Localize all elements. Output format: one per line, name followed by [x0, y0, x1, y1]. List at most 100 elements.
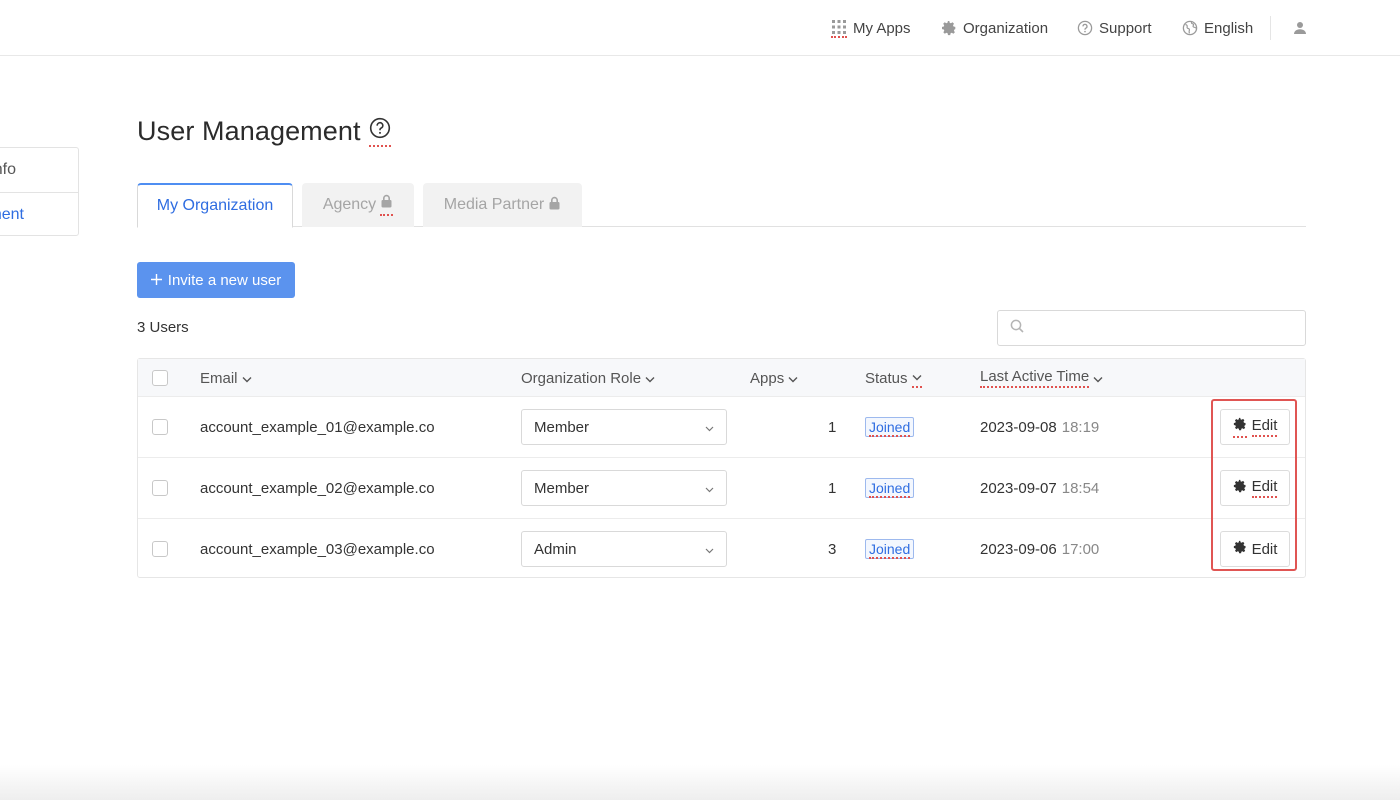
tab-bar: My Organization Agency Media Partner — [137, 183, 1306, 228]
column-email[interactable]: Email — [200, 359, 252, 397]
help-circle-icon — [1077, 20, 1093, 36]
gear-icon — [941, 20, 957, 36]
last-active-cell: 2023-09-07 18:54 — [980, 458, 1099, 518]
highlight-box — [1211, 399, 1297, 571]
role-value: Admin — [534, 540, 577, 558]
row-checkbox[interactable] — [152, 397, 168, 457]
user-icon — [1292, 20, 1308, 36]
role-cell: Member — [521, 397, 727, 457]
column-label: Last Active Time — [980, 368, 1090, 388]
my-apps-link[interactable]: My Apps — [831, 0, 911, 56]
apps-cell: 1 — [828, 418, 837, 436]
tab-my-organization[interactable]: My Organization — [137, 183, 293, 228]
user-menu[interactable] — [1292, 0, 1308, 56]
organization-label: Organization — [963, 19, 1049, 37]
help-circle-icon[interactable] — [368, 117, 391, 147]
last-active-cell: 2023-09-08 18:19 — [980, 397, 1099, 457]
sidebar-item-management[interactable]: nent — [0, 192, 78, 236]
email-cell: account_example_02@example.co — [200, 479, 435, 497]
tab-media-partner[interactable]: Media Partner — [423, 183, 582, 227]
role-select[interactable]: Admin — [521, 531, 727, 567]
email-cell: account_example_03@example.co — [200, 540, 435, 558]
tab-label: My Organization — [156, 197, 274, 214]
chevron-down-icon — [788, 370, 798, 387]
table-row: account_example_01@example.co Member 1 J… — [138, 397, 1305, 458]
last-active-date: 2023-09-08 — [980, 418, 1057, 436]
invite-user-button[interactable]: Invite a new user — [137, 262, 295, 298]
organization-link[interactable]: Organization — [941, 0, 1048, 56]
row-checkbox[interactable] — [152, 519, 168, 579]
user-count: 3 Users — [137, 319, 189, 336]
top-bar: My Apps Organization Support English — [0, 0, 1400, 56]
status-label: Joined — [869, 480, 911, 498]
checkbox[interactable] — [152, 480, 168, 496]
status-label: Joined — [869, 541, 911, 559]
last-active-time: 18:19 — [1061, 418, 1100, 436]
checkbox[interactable] — [152, 370, 168, 386]
chevron-down-icon — [705, 541, 714, 558]
search-box[interactable] — [997, 310, 1306, 346]
chevron-down-icon — [705, 480, 714, 497]
column-label: Organization Role — [521, 369, 642, 387]
email-cell: account_example_01@example.co — [200, 418, 435, 436]
role-cell: Admin — [521, 519, 727, 579]
status-badge: Joined — [865, 478, 915, 498]
topbar-divider — [1270, 16, 1271, 40]
page-title: User Management — [137, 116, 361, 146]
apps-grid-icon — [831, 19, 847, 38]
support-label: Support — [1099, 19, 1152, 37]
plus-icon — [150, 272, 162, 289]
my-apps-label: My Apps — [853, 19, 911, 37]
last-active-cell: 2023-09-06 17:00 — [980, 519, 1099, 579]
checkbox[interactable] — [152, 419, 168, 435]
select-all-checkbox[interactable] — [152, 359, 168, 397]
status-label: Joined — [869, 419, 911, 437]
status-cell: Joined — [865, 397, 915, 457]
chevron-down-icon — [1093, 370, 1103, 387]
globe-icon — [1182, 20, 1198, 36]
row-checkbox[interactable] — [152, 458, 168, 518]
sidebar-item-info[interactable]: nfo — [0, 148, 78, 192]
chevron-down-icon — [645, 370, 655, 387]
users-table: Email Organization Role Apps Status Last… — [137, 358, 1306, 578]
apps-cell: 1 — [828, 479, 837, 497]
column-last-active-time[interactable]: Last Active Time — [980, 359, 1103, 397]
status-cell: Joined — [865, 519, 915, 579]
column-label: Email — [200, 369, 238, 387]
role-select[interactable]: Member — [521, 470, 727, 506]
column-apps[interactable]: Apps — [750, 359, 798, 397]
last-active-time: 18:54 — [1061, 479, 1100, 497]
sidebar-item-label: nfo — [0, 161, 16, 178]
status-badge: Joined — [865, 539, 915, 559]
lock-icon — [380, 194, 394, 216]
table-header: Email Organization Role Apps Status Last… — [138, 359, 1305, 397]
invite-user-label: Invite a new user — [167, 271, 282, 289]
chevron-down-icon — [705, 419, 714, 436]
role-value: Member — [534, 479, 590, 497]
table-row: account_example_02@example.co Member 1 J… — [138, 458, 1305, 519]
lock-icon — [548, 196, 561, 215]
last-active-date: 2023-09-06 — [980, 540, 1057, 558]
role-value: Member — [534, 418, 590, 436]
language-label: English — [1204, 19, 1254, 37]
tab-label: Media Partner — [443, 196, 545, 213]
apps-cell: 3 — [828, 540, 837, 558]
last-active-date: 2023-09-07 — [980, 479, 1057, 497]
chevron-down-icon — [242, 370, 252, 387]
search-input[interactable] — [1024, 313, 1305, 343]
status-badge: Joined — [865, 417, 915, 437]
tab-agency[interactable]: Agency — [302, 183, 414, 227]
language-selector[interactable]: English — [1182, 0, 1253, 56]
support-link[interactable]: Support — [1077, 0, 1152, 56]
role-select[interactable]: Member — [521, 409, 727, 445]
column-status[interactable]: Status — [865, 359, 922, 397]
sidebar-nav: nfo nent — [0, 147, 79, 236]
checkbox[interactable] — [152, 541, 168, 557]
table-row: account_example_03@example.co Admin 3 Jo… — [138, 519, 1305, 580]
role-cell: Member — [521, 458, 727, 518]
column-label: Apps — [750, 369, 785, 387]
tab-label: Agency — [322, 196, 377, 213]
column-organization-role[interactable]: Organization Role — [521, 359, 655, 397]
last-active-time: 17:00 — [1061, 540, 1100, 558]
bottom-shadow — [0, 765, 1400, 800]
